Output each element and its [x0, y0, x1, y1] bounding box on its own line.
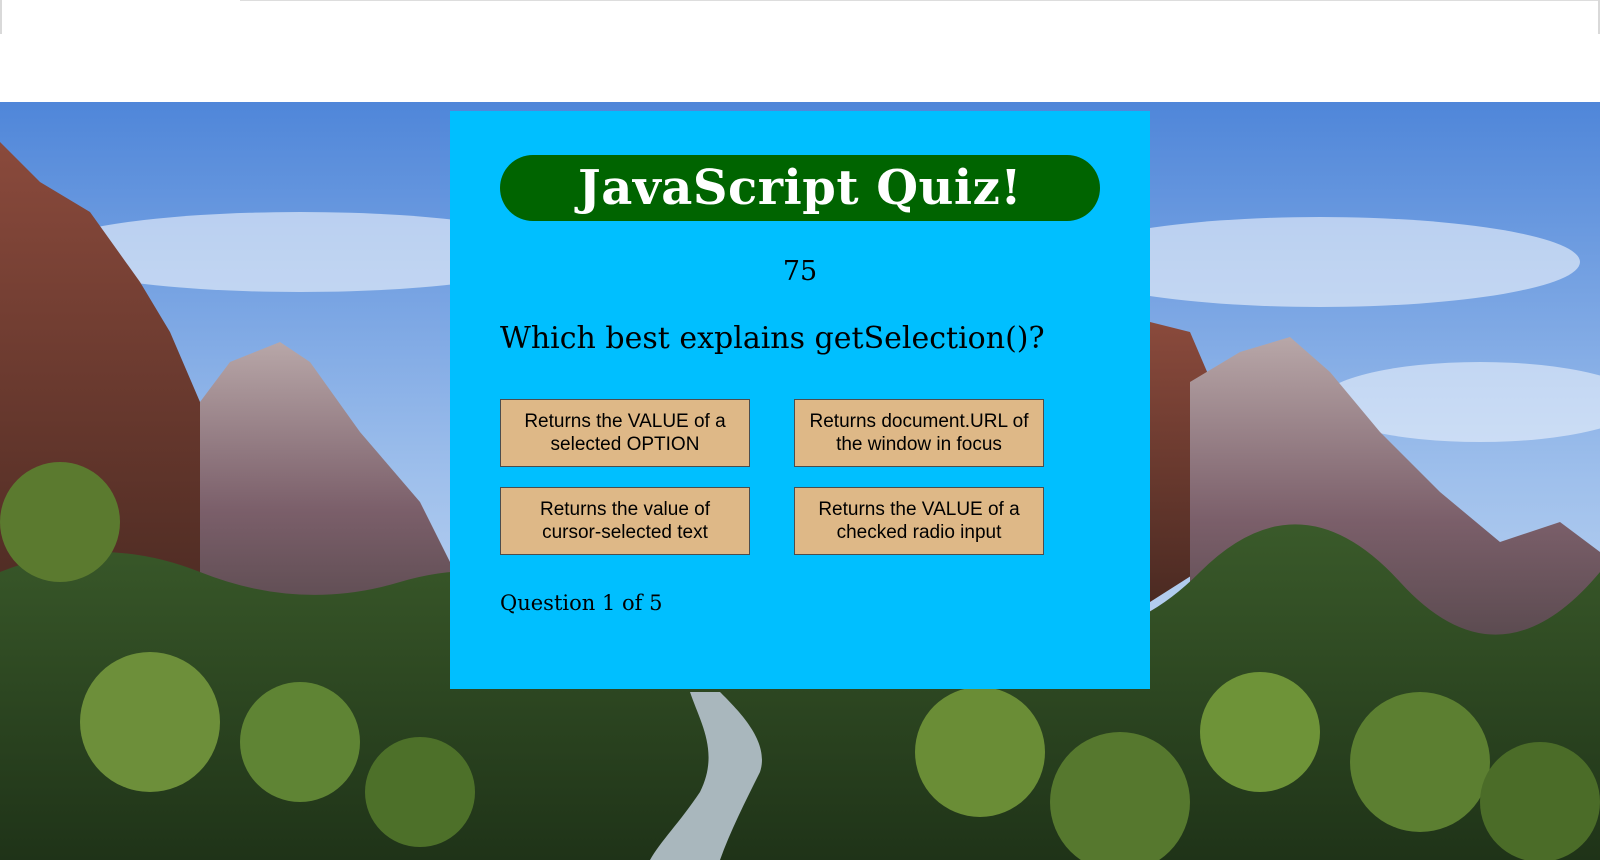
answer-button-2[interactable]: Returns document.URL of the window in fo…	[794, 399, 1044, 467]
question-text: Which best explains getSelection()?	[500, 321, 1045, 356]
countdown-timer: 75	[782, 256, 818, 287]
top-left-border	[0, 0, 2, 34]
answer-button-3[interactable]: Returns the value of cursor-selected tex…	[500, 487, 750, 555]
answer-button-4[interactable]: Returns the VALUE of a checked radio inp…	[794, 487, 1044, 555]
quiz-title: JavaScript Quiz!	[500, 155, 1100, 221]
answer-button-1[interactable]: Returns the VALUE of a selected OPTION	[500, 399, 750, 467]
question-progress: Question 1 of 5	[500, 591, 663, 615]
top-blank-area	[0, 0, 1600, 102]
quiz-card: JavaScript Quiz! 75 Which best explains …	[450, 111, 1150, 689]
top-border	[240, 0, 1600, 1]
